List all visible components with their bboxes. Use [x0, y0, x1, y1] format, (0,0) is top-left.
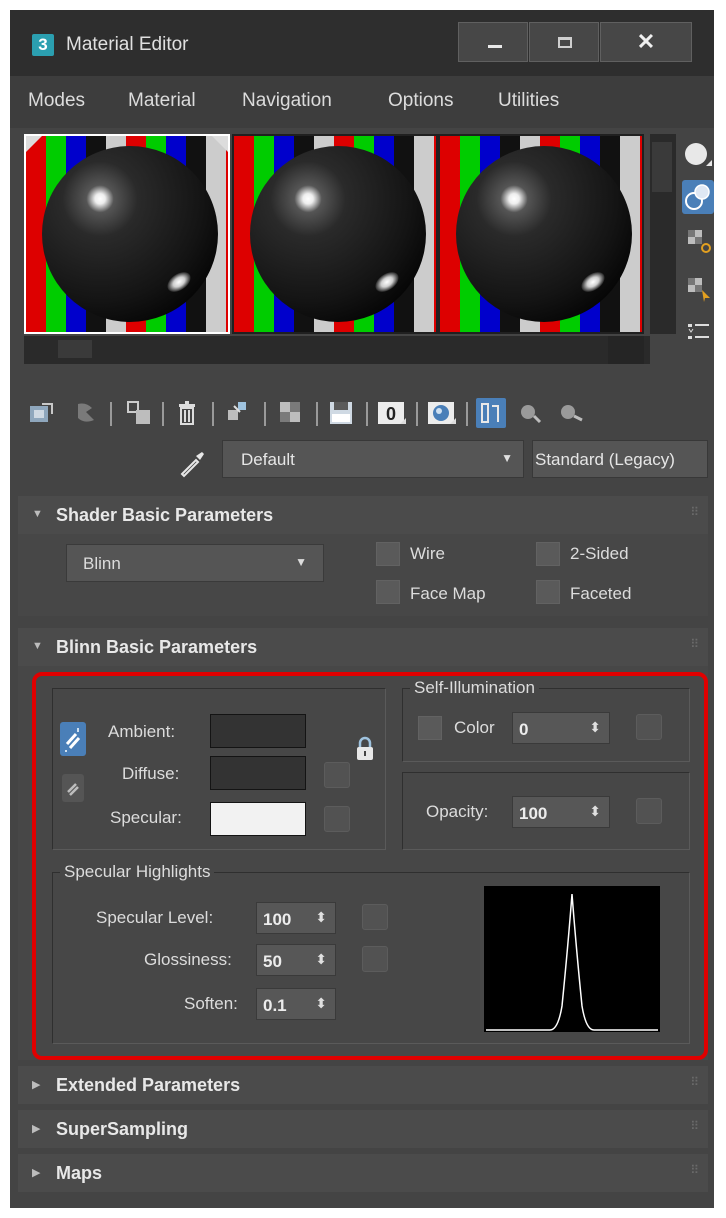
slot-corner-icon: [26, 136, 42, 152]
toolbar-separator: [264, 402, 266, 426]
window-title: Material Editor: [66, 34, 189, 55]
menu-modes[interactable]: Modes: [28, 90, 85, 112]
material-type-button[interactable]: Standard (Legacy): [532, 440, 708, 478]
material-type-label: Standard (Legacy): [535, 450, 675, 469]
toolbar-separator: [110, 402, 112, 426]
highlight-frame: [32, 672, 708, 1060]
two-sided-checkbox[interactable]: [536, 542, 560, 566]
toolbar-separator: [212, 402, 214, 426]
rollout-extended-parameters-header[interactable]: ▶ Extended Parameters ⠿: [18, 1066, 708, 1104]
rollout-title: Blinn Basic Parameters: [56, 637, 258, 657]
two-sided-label: 2-Sided: [570, 544, 629, 563]
vertical-scrollbar[interactable]: [650, 134, 676, 334]
menu-bar: Modes Material Navigation Options Utilit…: [10, 76, 714, 128]
make-unique-icon[interactable]: [224, 398, 254, 428]
toolbar-separator: [416, 402, 418, 426]
scroll-corner: [608, 336, 644, 364]
rollout-title: SuperSampling: [56, 1119, 189, 1139]
sample-sphere: [42, 146, 218, 322]
chevron-down-icon: ▼: [501, 451, 513, 465]
collapse-triangle-icon: ▼: [32, 640, 43, 652]
scrollbar-thumb[interactable]: [58, 340, 92, 358]
shader-type-value: Blinn: [83, 554, 121, 573]
title-bar[interactable]: 3 Material Editor ✕: [10, 10, 714, 76]
menu-utilities[interactable]: Utilities: [498, 90, 559, 112]
expand-triangle-icon: ▶: [32, 1167, 41, 1179]
toolbar-separator: [162, 402, 164, 426]
shader-basic-panel: Blinn ▼ Wire 2-Sided Face Map Faceted: [18, 534, 708, 616]
shader-type-dropdown[interactable]: Blinn ▼: [66, 544, 324, 582]
wire-checkbox[interactable]: [376, 542, 400, 566]
blinn-basic-panel: Ambient: Diffuse: Specular: Self-Illumin…: [18, 666, 708, 1060]
rollout-maps-header[interactable]: ▶ Maps ⠿: [18, 1154, 708, 1192]
toolbar-separator: [316, 402, 318, 426]
maximize-button[interactable]: [529, 22, 599, 62]
wire-label: Wire: [410, 544, 445, 563]
options-list-icon[interactable]: [682, 316, 714, 350]
sample-uv-tiling-icon[interactable]: [682, 272, 714, 306]
close-icon: ✕: [636, 29, 656, 54]
minimize-icon: [488, 45, 502, 48]
eyedropper-icon[interactable]: [178, 448, 208, 478]
grip-icon: ⠿: [690, 1163, 699, 1177]
material-editor-window: 3 Material Editor ✕ Modes Material Navig…: [10, 10, 714, 1208]
horizontal-scrollbar[interactable]: [24, 336, 650, 364]
grip-icon: ⠿: [690, 505, 699, 519]
toolbar-separator: [466, 402, 468, 426]
grip-icon: ⠿: [690, 1075, 699, 1089]
menu-navigation[interactable]: Navigation: [242, 90, 332, 112]
delete-icon[interactable]: [172, 398, 202, 428]
grip-icon: ⠿: [690, 637, 699, 651]
close-button[interactable]: ✕: [600, 22, 692, 62]
grip-icon: ⠿: [690, 1119, 699, 1133]
material-name-dropdown[interactable]: Default ▼: [222, 440, 524, 478]
svg-text:0: 0: [386, 404, 396, 424]
material-slot-3[interactable]: [438, 134, 644, 334]
scrollbar-thumb[interactable]: [652, 142, 672, 192]
rollout-blinn-basic-header[interactable]: ▼ Blinn Basic Parameters ⠿: [18, 628, 708, 666]
expand-triangle-icon: ▶: [32, 1123, 41, 1135]
backlight-icon[interactable]: [682, 180, 714, 214]
faceted-checkbox[interactable]: [536, 580, 560, 604]
face-map-checkbox[interactable]: [376, 580, 400, 604]
show-shaded-material-icon[interactable]: [426, 398, 456, 428]
expand-triangle-icon: ▶: [32, 1079, 41, 1091]
sample-sphere: [456, 146, 632, 322]
background-icon[interactable]: [682, 224, 714, 258]
face-map-label: Face Map: [410, 584, 486, 603]
menu-material[interactable]: Material: [128, 90, 196, 112]
show-end-result-icon[interactable]: [476, 398, 506, 428]
toolbar-separator: [366, 402, 368, 426]
menu-options[interactable]: Options: [388, 90, 453, 112]
put-to-library-icon[interactable]: [276, 398, 306, 428]
faceted-label: Faceted: [570, 584, 632, 603]
material-slot-1[interactable]: [24, 134, 230, 334]
put-to-scene-icon[interactable]: [72, 398, 102, 428]
rollout-title: Extended Parameters: [56, 1075, 241, 1095]
slot-corner-icon: [212, 136, 228, 152]
minimize-button[interactable]: [458, 22, 528, 62]
rollout-shader-basic-header[interactable]: ▼ Shader Basic Parameters ⠿: [18, 496, 708, 534]
collapse-triangle-icon: ▼: [32, 508, 43, 520]
material-slot-2[interactable]: [232, 134, 438, 334]
material-id-channel-icon[interactable]: [326, 398, 356, 428]
rollout-title: Maps: [56, 1163, 103, 1183]
sample-type-sphere-icon[interactable]: [682, 138, 714, 172]
material-id-zero-icon[interactable]: 0: [376, 398, 406, 428]
material-name: Default: [241, 450, 295, 469]
go-forward-to-sibling-icon[interactable]: [556, 398, 586, 428]
assign-to-selection-icon[interactable]: [124, 398, 154, 428]
get-material-icon[interactable]: [26, 398, 56, 428]
go-to-parent-icon[interactable]: [516, 398, 546, 428]
rollout-supersampling-header[interactable]: ▶ SuperSampling ⠿: [18, 1110, 708, 1148]
rollout-title: Shader Basic Parameters: [56, 505, 274, 525]
maximize-icon: [558, 37, 572, 48]
app-icon: 3: [32, 34, 54, 56]
chevron-down-icon: ▼: [295, 555, 307, 569]
sample-sphere: [250, 146, 426, 322]
